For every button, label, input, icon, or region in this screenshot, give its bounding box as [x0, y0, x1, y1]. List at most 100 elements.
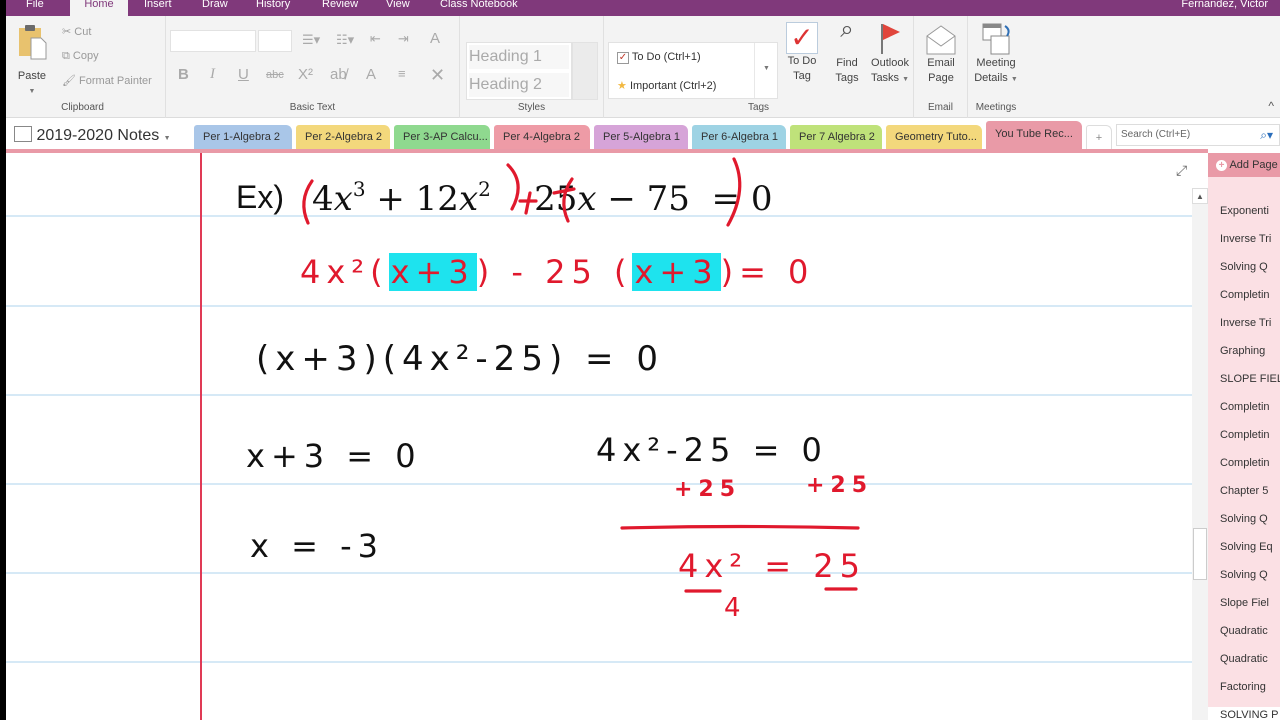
expand-icon[interactable]: ⤢	[1176, 162, 1187, 179]
tag-todo[interactable]: ✓ To Do (Ctrl+1)	[617, 51, 701, 64]
search-placeholder: Search (Ctrl+E)	[1121, 129, 1191, 140]
bullets-icon[interactable]: ☰▾	[302, 32, 320, 48]
email-group: Email Page Email	[914, 16, 968, 118]
section-tab[interactable]: Geometry Tuto...	[886, 125, 982, 149]
underline-button[interactable]: U	[238, 66, 249, 83]
tab-draw[interactable]: Draw	[202, 0, 228, 16]
styles-more-button[interactable]	[572, 42, 598, 100]
bold-button[interactable]: B	[178, 66, 189, 83]
collapse-ribbon-icon[interactable]: ^	[1268, 99, 1274, 113]
email-page-button[interactable]: Email Page	[922, 22, 960, 86]
align-icon[interactable]: ≡	[398, 66, 406, 81]
styles-gallery: Heading 1 Heading 2	[466, 42, 572, 100]
user-name[interactable]: Fernandez, Victor	[1181, 0, 1268, 10]
vertical-scrollbar[interactable]: ▲	[1192, 188, 1208, 720]
add-page-button[interactable]: + Add Page	[1208, 153, 1280, 177]
email-label: Email	[927, 102, 953, 113]
section-tab[interactable]: Per 1-Algebra 2	[194, 125, 292, 149]
page-list-item[interactable]: Completin	[1220, 401, 1280, 413]
page-list-item[interactable]: Inverse Tri	[1220, 317, 1280, 329]
search-input[interactable]: Search (Ctrl+E) ⌕▾	[1116, 124, 1280, 146]
format-painter-button[interactable]: 🖌 Format Painter	[62, 74, 152, 87]
page-list-item[interactable]: Completin	[1220, 429, 1280, 441]
section-tab[interactable]: Per 6-Algebra 1	[692, 125, 786, 149]
page-list-item[interactable]: Inverse Tri	[1220, 233, 1280, 245]
tag-todo-label: To Do (Ctrl+1)	[631, 51, 701, 63]
email-page-label-1: Email	[927, 57, 955, 69]
highlight-icon[interactable]: ab̸	[330, 66, 347, 83]
scroll-thumb[interactable]	[1193, 528, 1207, 580]
section-tab[interactable]: Per 7 Algebra 2	[790, 125, 882, 149]
page-list-item[interactable]: Exponenti	[1220, 205, 1280, 217]
ink-division-line	[620, 524, 860, 530]
section-tab[interactable]: Per 2-Algebra 2	[296, 125, 390, 149]
paste-button[interactable]: Paste ▼	[12, 24, 52, 99]
page-list-item[interactable]: Solving Eq	[1220, 541, 1280, 553]
scroll-up-icon[interactable]: ▲	[1192, 188, 1208, 204]
find-tags-label-1: Find	[836, 57, 858, 69]
star-icon: ★	[617, 80, 627, 92]
search-icon[interactable]: ⌕▾	[1260, 125, 1273, 145]
meeting-details-label-1: Meeting	[976, 57, 1016, 69]
page-list-item[interactable]: Solving Q	[1220, 513, 1280, 525]
style-heading-1[interactable]: Heading 1	[469, 45, 569, 69]
page-list-item[interactable]: Quadratic	[1220, 625, 1280, 637]
page-list-item[interactable]: Chapter 5	[1220, 485, 1280, 497]
page-list-item[interactable]: Quadratic	[1220, 653, 1280, 665]
plus-circle-icon: +	[1216, 160, 1227, 171]
font-color-button[interactable]: A	[366, 66, 376, 83]
basic-text-group: ☰▾ ☷▾ ⇤ ⇥ A B I U abc X² ab̸ A ≡ ✕ Basic…	[166, 16, 460, 118]
clear-format-icon[interactable]: A	[430, 30, 440, 47]
page-list-item[interactable]: SLOPE FIEL	[1220, 373, 1280, 385]
cut-button[interactable]: ✂ Cut	[62, 25, 91, 38]
tab-history[interactable]: History	[256, 0, 290, 16]
page-list-item[interactable]: Factoring	[1220, 681, 1280, 693]
page-list-item[interactable]: Solving Q	[1220, 569, 1280, 581]
style-heading-2[interactable]: Heading 2	[469, 73, 569, 97]
clear-button[interactable]: ✕	[430, 65, 445, 86]
ink-paren	[506, 163, 520, 211]
strikethrough-button[interactable]: abc	[266, 69, 284, 81]
page-list-item[interactable]: Slope Fiel	[1220, 597, 1280, 609]
section-tab[interactable]: Per 4-Algebra 2	[494, 125, 590, 149]
tag-important-label: Important (Ctrl+2)	[629, 80, 717, 92]
italic-button[interactable]: I	[210, 66, 215, 83]
section-tab[interactable]: Per 3-AP Calcu...	[394, 125, 490, 149]
section-tab[interactable]: You Tube Rec...	[986, 121, 1082, 149]
right-add-right: +25	[806, 473, 874, 498]
tag-important[interactable]: ★ Important (Ctrl+2)	[617, 79, 716, 92]
outlook-tasks-button[interactable]: Outlook Tasks ▼	[868, 22, 912, 87]
tab-insert[interactable]: Insert	[144, 0, 172, 16]
numbering-icon[interactable]: ☷▾	[336, 32, 354, 48]
tab-file[interactable]: File	[26, 0, 44, 16]
add-section-button[interactable]: +	[1086, 125, 1112, 149]
section-tab[interactable]: Per 5-Algebra 1	[594, 125, 688, 149]
page-list-item[interactable]: SOLVING P	[1208, 707, 1280, 720]
meetings-label: Meetings	[975, 102, 1017, 113]
font-size-box[interactable]	[258, 30, 292, 52]
page-list-item[interactable]: Completin	[1220, 289, 1280, 301]
find-tags-button[interactable]: ⌕ Find Tags	[828, 18, 866, 86]
superscript-button[interactable]: X²	[298, 66, 313, 83]
page-canvas[interactable]: Ex) 4x3 + 12x2 25x − 75 = 0 4x²(x+3) - 2…	[6, 153, 1192, 720]
envelope-icon	[922, 22, 960, 56]
copy-button[interactable]: ⧉ Copy	[62, 50, 99, 63]
right-eq2: 4x² = 25	[678, 547, 866, 585]
tags-dropdown[interactable]: ▼	[754, 43, 778, 98]
meeting-details-button[interactable]: Meeting Details ▼	[972, 22, 1020, 87]
left-eq1: x+3 = 0	[246, 437, 422, 475]
left-eq2: x = -3	[250, 527, 384, 565]
decrease-indent-icon[interactable]: ⇤	[370, 31, 381, 47]
paintbrush-icon: 🖌	[62, 75, 76, 87]
notebook-selector[interactable]: 2019-2020 Notes ▼	[14, 126, 171, 145]
page-list-item[interactable]: Solving Q	[1220, 261, 1280, 273]
right-divisor: 4	[724, 593, 747, 623]
increase-indent-icon[interactable]: ⇥	[398, 31, 409, 47]
font-name-box[interactable]	[170, 30, 256, 52]
todo-tag-button[interactable]: ✓ To Do Tag	[784, 22, 820, 84]
tab-class-notebook[interactable]: Class Notebook	[440, 0, 518, 16]
page-list-item[interactable]: Completin	[1220, 457, 1280, 469]
tab-review[interactable]: Review	[322, 0, 358, 16]
page-list-item[interactable]: Graphing	[1220, 345, 1280, 357]
tab-view[interactable]: View	[386, 0, 410, 16]
